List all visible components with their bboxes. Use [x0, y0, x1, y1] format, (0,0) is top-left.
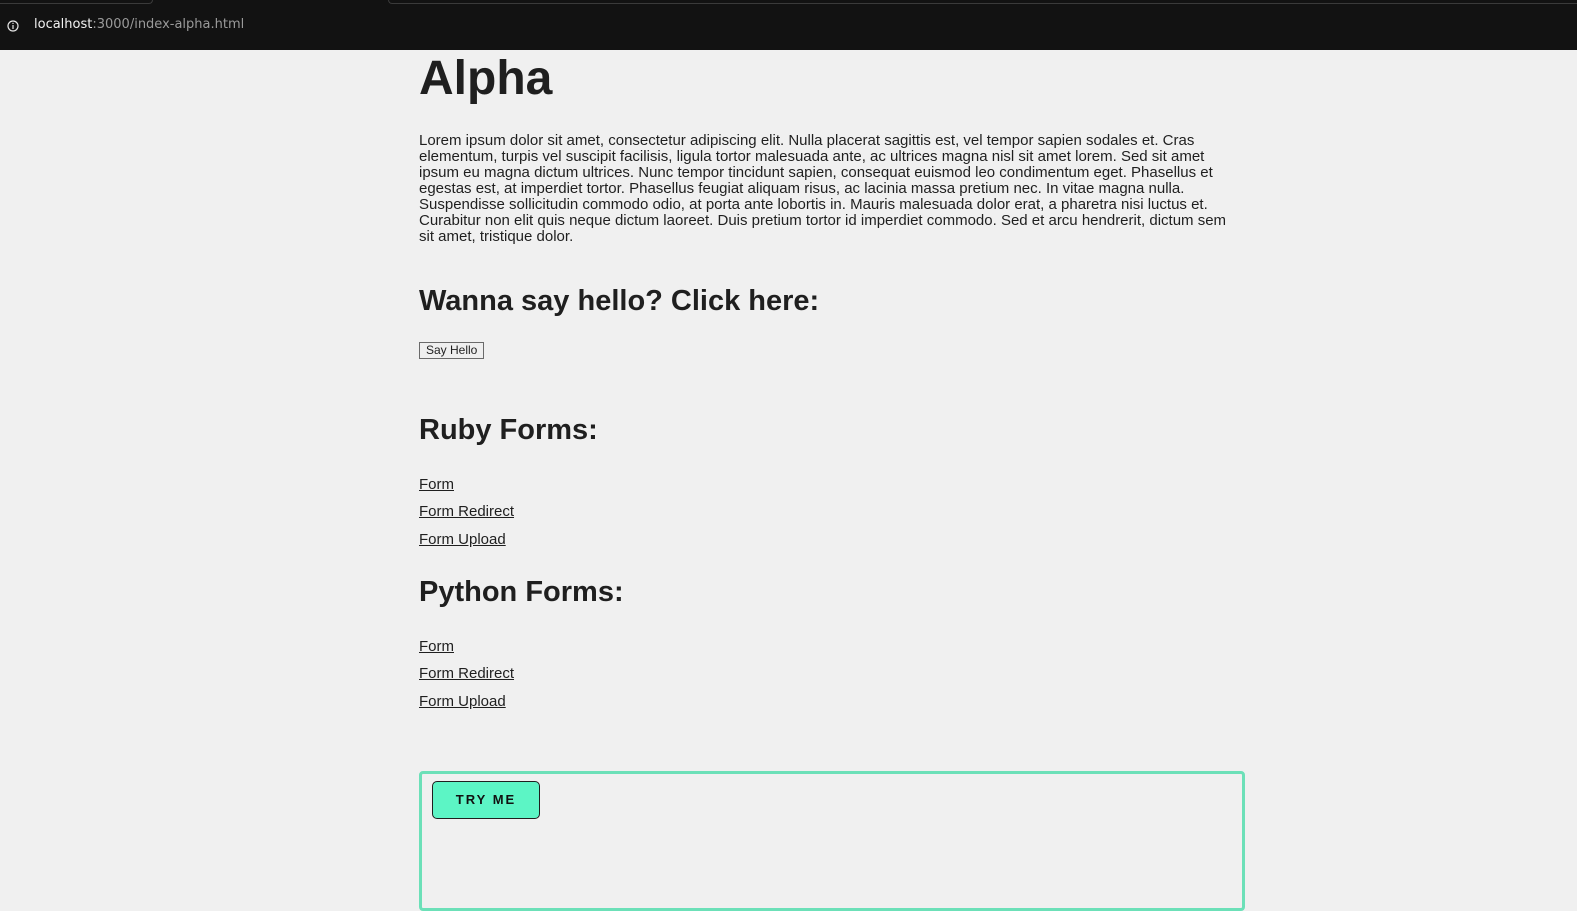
page-title: Alpha: [419, 52, 553, 105]
site-info-icon[interactable]: [7, 19, 19, 32]
python-form-redirect-link[interactable]: Form Redirect: [419, 665, 514, 683]
python-form-link[interactable]: Form: [419, 638, 454, 656]
browser-address-bar: localhost:3000/index-alpha.html: [0, 0, 1577, 50]
try-me-panel: TRY ME: [419, 771, 1245, 911]
hello-heading: Wanna say hello? Click here:: [419, 285, 820, 317]
ruby-form-upload-link[interactable]: Form Upload: [419, 531, 506, 549]
url-host: localhost: [34, 17, 93, 32]
ruby-forms-heading: Ruby Forms:: [419, 414, 598, 446]
intro-paragraph: Lorem ipsum dolor sit amet, consectetur …: [419, 132, 1227, 245]
python-form-upload-link[interactable]: Form Upload: [419, 693, 506, 711]
ruby-form-link[interactable]: Form: [419, 476, 454, 494]
url-field[interactable]: localhost:3000/index-alpha.html: [34, 17, 244, 33]
python-forms-heading: Python Forms:: [419, 576, 624, 608]
url-path: :3000/index-alpha.html: [92, 17, 245, 32]
try-me-button[interactable]: TRY ME: [432, 781, 540, 819]
tab-edge-right: [388, 0, 1577, 4]
tab-edge-left: [0, 0, 153, 4]
ruby-form-redirect-link[interactable]: Form Redirect: [419, 503, 514, 521]
say-hello-button[interactable]: Say Hello: [419, 342, 485, 359]
